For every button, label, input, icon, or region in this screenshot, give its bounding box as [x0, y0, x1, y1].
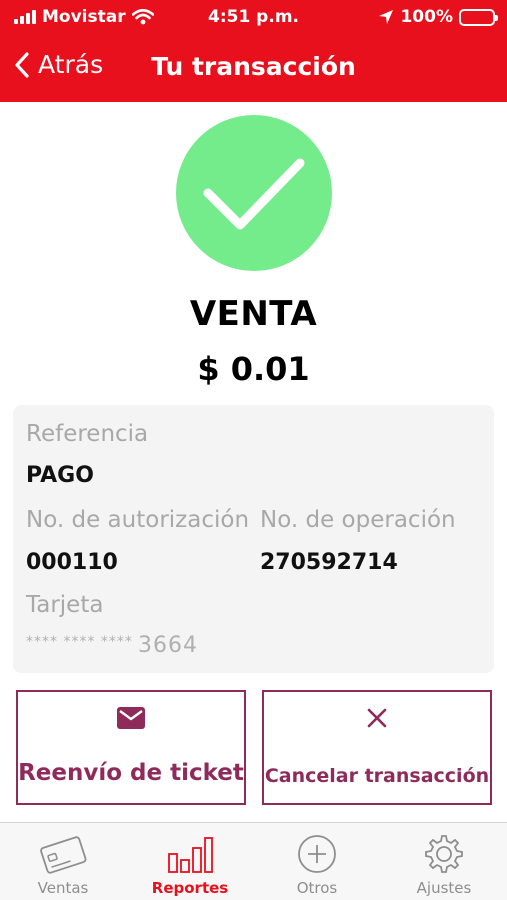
resend-label: Reenvío de ticket — [18, 760, 244, 786]
transaction-type: VENTA — [189, 294, 318, 334]
top-bar: Movistar 4:51 p.m. 100% Atrás Tu transac… — [0, 0, 507, 102]
authorization-label: No. de autorización — [26, 507, 250, 533]
tab-label: Ajustes — [416, 879, 472, 897]
reference-label: Referencia — [26, 421, 149, 447]
tab-label: Otros — [296, 879, 338, 897]
tab-icon-wrap — [254, 831, 380, 877]
check-icon — [203, 158, 305, 230]
tab-icon-wrap — [0, 831, 126, 877]
cancel-transaction-button[interactable]: Cancelar transacción — [262, 690, 492, 805]
transaction-amount: $ 0.01 — [197, 350, 310, 388]
operation-value: 270592714 — [260, 550, 398, 575]
tab-label: Ventas — [37, 879, 89, 897]
operation-label: No. de operación — [260, 507, 456, 533]
tab-ajustes[interactable]: Ajustes — [381, 823, 507, 900]
navigation-bar: Atrás Tu transacción — [0, 44, 507, 94]
status-right: 100% — [378, 7, 498, 27]
gear-icon — [425, 835, 463, 873]
card-mask: **** **** **** — [26, 634, 133, 650]
battery-percent: 100% — [400, 7, 453, 27]
reference-value: PAGO — [26, 463, 94, 488]
status-bar: Movistar 4:51 p.m. 100% — [0, 0, 507, 34]
resend-ticket-button[interactable]: Reenvío de ticket — [16, 690, 246, 805]
tab-icon-wrap — [381, 831, 507, 877]
details-card: Referencia PAGO No. de autorización 0001… — [13, 405, 494, 673]
tab-icon-wrap — [127, 831, 253, 877]
mail-icon — [117, 707, 145, 729]
card-label: Tarjeta — [26, 592, 104, 618]
cancel-label: Cancelar transacción — [264, 765, 490, 787]
tab-bar: Ventas Reportes Otros Ajustes — [0, 822, 507, 900]
authorization-value: 000110 — [26, 550, 118, 575]
success-badge — [176, 115, 332, 271]
close-icon — [367, 708, 387, 728]
battery-icon — [459, 8, 498, 26]
bar-chart-icon — [168, 837, 213, 873]
location-arrow-icon — [379, 10, 394, 24]
tab-reportes[interactable]: Reportes — [127, 823, 253, 900]
card-number: **** **** **** 3664 — [26, 633, 198, 658]
card-icon — [40, 836, 87, 874]
plus-circle-icon — [298, 835, 336, 873]
cancel-icon-wrap — [264, 706, 490, 734]
tab-label: Reportes — [151, 879, 229, 897]
tab-ventas[interactable]: Ventas — [0, 823, 126, 900]
tab-otros[interactable]: Otros — [254, 823, 380, 900]
resend-icon-wrap — [18, 706, 244, 734]
page-title: Tu transacción — [151, 52, 356, 81]
card-last4: 3664 — [138, 633, 198, 658]
